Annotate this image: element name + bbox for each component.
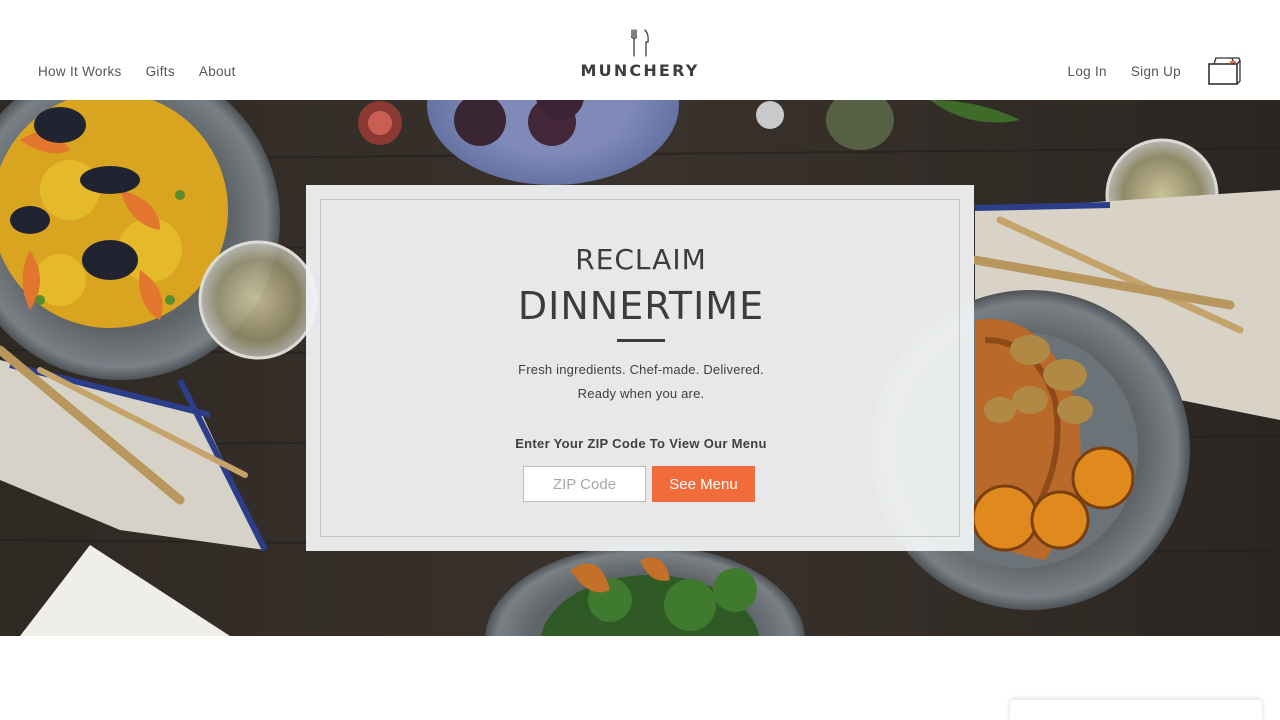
munchery-logo[interactable]: MUNCHERY (560, 28, 720, 88)
cart-button[interactable] (1206, 54, 1242, 86)
site-header: How It Works Gifts About MUNCHERY Log In… (0, 0, 1280, 100)
tagline-line-2: Ready when you are. (577, 386, 705, 401)
zip-code-input[interactable] (523, 466, 646, 502)
zip-form: See Menu (523, 466, 755, 502)
hero-panel-frame: RECLAIM DINNERTIME Fresh ingredients. Ch… (320, 199, 960, 537)
zip-prompt: Enter Your ZIP Code To View Our Menu (515, 436, 767, 451)
headline-divider (617, 339, 665, 342)
headline-reclaim: RECLAIM (575, 243, 707, 276)
chat-widget[interactable] (1010, 700, 1262, 720)
shopping-bag-icon (1208, 57, 1241, 85)
primary-nav: How It Works Gifts About (38, 64, 236, 80)
headline-dinnertime: DINNERTIME (517, 284, 765, 328)
hero-panel: RECLAIM DINNERTIME Fresh ingredients. Ch… (306, 185, 974, 551)
hero-section: RECLAIM DINNERTIME Fresh ingredients. Ch… (0, 100, 1280, 636)
login-link[interactable]: Log In (1068, 64, 1107, 80)
see-menu-button[interactable]: See Menu (652, 466, 755, 502)
content-section (0, 636, 1280, 720)
tagline-line-1: Fresh ingredients. Chef-made. Delivered. (518, 362, 764, 377)
hero-tagline: Fresh ingredients. Chef-made. Delivered.… (321, 358, 961, 406)
nav-gifts[interactable]: Gifts (146, 64, 175, 80)
account-nav: Log In Sign Up (1068, 64, 1181, 80)
nav-about[interactable]: About (199, 64, 236, 80)
signup-link[interactable]: Sign Up (1131, 64, 1181, 80)
fork-and-knife-icon (630, 29, 649, 57)
logo-wordmark: MUNCHERY (580, 61, 700, 80)
nav-how-it-works[interactable]: How It Works (38, 64, 122, 80)
